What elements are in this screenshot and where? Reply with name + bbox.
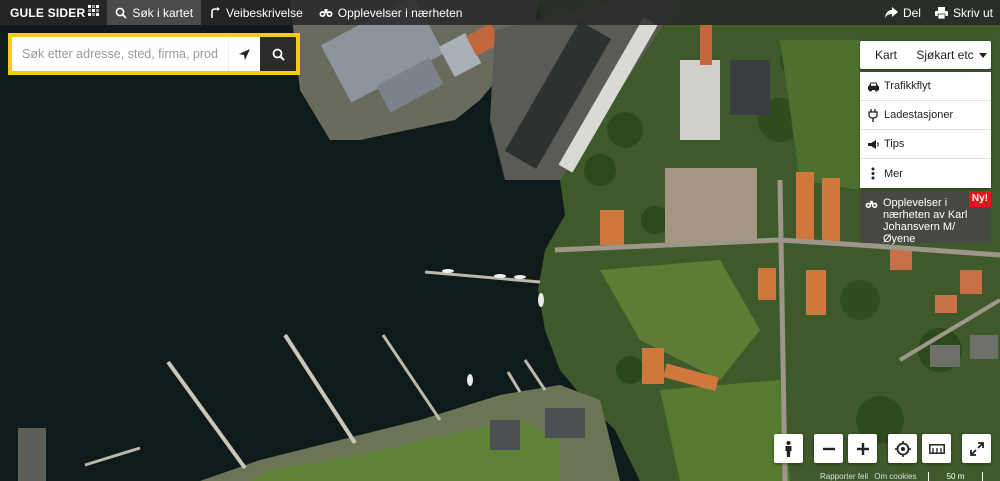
map-type-dropdown[interactable]: Sjøkart etc — [912, 48, 991, 62]
tab-experiences-label: Opplevelser i nærheten — [337, 5, 463, 20]
layer-charging-label: Ladestasjoner — [884, 109, 954, 121]
crosshair-icon — [894, 440, 911, 457]
car-icon — [866, 81, 880, 92]
brand-mark-square — [88, 9, 92, 12]
locate-button[interactable] — [228, 37, 260, 71]
charging-plug-icon — [866, 108, 880, 122]
zoom-in-button[interactable] — [848, 434, 877, 463]
megaphone-icon — [866, 139, 880, 150]
layer-tips-label: Tips — [884, 138, 905, 150]
printer-icon — [934, 6, 948, 19]
brand-mark-square — [96, 9, 100, 12]
brand-mark-square — [96, 13, 100, 16]
brand-mark-square — [92, 9, 96, 12]
binoculars-icon — [319, 9, 333, 17]
layers-menu: Trafikkflyt Ladestasjoner Tips Mer — [860, 72, 991, 188]
map-attribution: Rapporter feil Om cookies — [820, 472, 921, 481]
brand-name: GULE SIDER — [10, 5, 86, 20]
share-label: Del — [902, 5, 921, 20]
more-dots-icon — [866, 167, 880, 180]
layer-traffic-label: Trafikkflyt — [884, 80, 931, 92]
scale-label: 50 m — [946, 472, 965, 481]
search-box — [8, 33, 300, 75]
share-button[interactable]: Del — [878, 0, 928, 25]
layer-tips[interactable]: Tips — [860, 130, 991, 159]
fullscreen-button[interactable] — [962, 434, 991, 463]
print-button[interactable]: Skriv ut — [928, 0, 1000, 25]
location-arrow-icon — [239, 48, 250, 60]
plus-icon — [856, 442, 869, 455]
brand-mark-square — [96, 5, 100, 8]
cookies-link[interactable]: Om cookies — [874, 472, 916, 481]
tab-search-map-label: Søk i kartet — [132, 5, 194, 20]
ruler-icon — [928, 443, 945, 454]
tab-directions-label: Veibeskrivelse — [226, 5, 303, 20]
search-icon — [115, 7, 127, 19]
layer-more-label: Mer — [884, 167, 903, 180]
report-error-link[interactable]: Rapporter feil — [820, 472, 868, 481]
map-type-selected-label: Sjøkart etc — [916, 48, 974, 62]
top-navigation-bar: GULE SIDER Søk i kartet Veibeskrivelse O… — [0, 0, 1000, 25]
measure-button[interactable] — [922, 434, 951, 463]
street-view-button[interactable] — [774, 434, 803, 463]
locate-me-button[interactable] — [888, 434, 917, 463]
brand-mark-square — [88, 13, 92, 16]
promo-text: Opplevelser i nærheten av Karl Johansver… — [883, 197, 968, 245]
search-button[interactable] — [260, 37, 296, 71]
binoculars-icon — [865, 199, 878, 212]
search-input[interactable] — [12, 37, 228, 71]
top-actions: Del Skriv ut — [878, 0, 1000, 25]
chevron-down-icon — [978, 52, 987, 58]
scale-bar: 50 m — [928, 472, 983, 481]
person-icon — [785, 440, 792, 457]
layer-more[interactable]: Mer — [860, 159, 991, 188]
print-label: Skriv ut — [952, 5, 993, 20]
tab-search-map[interactable]: Søk i kartet — [107, 0, 202, 25]
map-type-switcher: Kart Sjøkart etc — [860, 41, 991, 69]
zoom-out-button[interactable] — [814, 434, 843, 463]
brand-mark-square — [88, 5, 92, 8]
route-icon — [211, 6, 221, 18]
tab-directions[interactable]: Veibeskrivelse — [201, 0, 311, 25]
brand-mark-square — [92, 5, 96, 8]
experiences-promo[interactable]: Opplevelser i nærheten av Karl Johansver… — [860, 191, 991, 245]
tab-experiences[interactable]: Opplevelser i nærheten — [311, 0, 471, 25]
new-badge: Ny! — [968, 191, 991, 207]
map-type-kart-button[interactable]: Kart — [860, 48, 912, 62]
layer-charging[interactable]: Ladestasjoner — [860, 101, 991, 130]
share-icon — [884, 7, 898, 18]
brand-mark-icon — [88, 5, 100, 16]
brand-logo[interactable]: GULE SIDER — [0, 0, 107, 25]
search-icon — [272, 48, 285, 61]
layer-traffic[interactable]: Trafikkflyt — [860, 72, 991, 101]
minus-icon — [822, 447, 835, 450]
brand-mark-square — [92, 13, 96, 16]
expand-icon — [969, 441, 984, 456]
